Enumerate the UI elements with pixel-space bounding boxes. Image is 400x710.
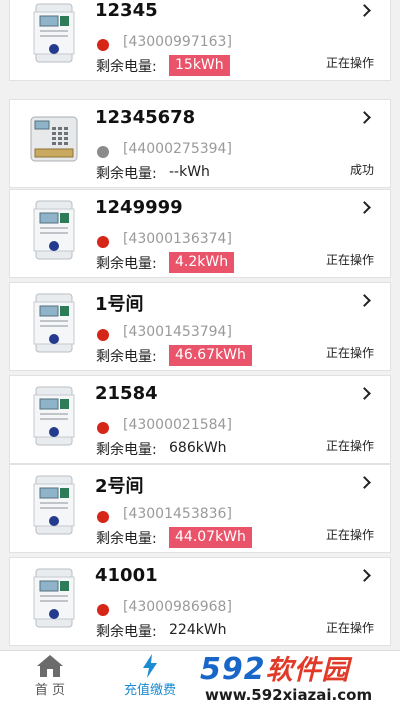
- balance-value: 44.07kWh: [169, 527, 252, 548]
- meter-name: 1号间: [95, 294, 144, 315]
- balance-label: 剩余电量:: [96, 59, 157, 75]
- status-dot: [97, 511, 109, 523]
- meter-name: 1249999: [95, 197, 183, 218]
- home-icon: [37, 655, 63, 677]
- watermark-logo: 592软件园: [200, 652, 350, 687]
- meter-device-image: [30, 292, 78, 354]
- operation-status: 正在操作: [325, 253, 374, 267]
- operation-status: 正在操作: [325, 346, 374, 360]
- meter-device-image: [30, 474, 78, 536]
- meter-card[interactable]: 21584 [43000021584] 剩余电量: 686kWh 正在操作: [9, 375, 391, 464]
- balance-value: 4.2kWh: [169, 252, 235, 273]
- chevron-right-icon: [358, 4, 371, 17]
- meter-name: 12345: [95, 0, 158, 21]
- meter-card[interactable]: 1号间 [43001453794] 剩余电量: 46.67kWh 正在操作: [9, 282, 391, 371]
- operation-status: 正在操作: [325, 528, 374, 542]
- balance-label: 剩余电量:: [96, 442, 157, 458]
- meter-card[interactable]: 12345 [43000997163] 剩余电量: 15kWh 正在操作: [9, 0, 391, 81]
- tab-home-label: 首 页: [34, 683, 66, 698]
- meter-device-image: [30, 199, 78, 261]
- meter-name: 2号间: [95, 476, 144, 497]
- meter-name: 41001: [95, 565, 158, 586]
- chevron-right-icon: [358, 201, 371, 214]
- chevron-right-icon: [358, 387, 371, 400]
- tab-recharge-label: 充值缴费: [123, 683, 176, 698]
- chevron-right-icon: [358, 476, 371, 489]
- status-dot: [97, 422, 109, 434]
- meter-device-image: [30, 385, 78, 447]
- status-dot: [97, 236, 109, 248]
- lightning-icon: [143, 654, 157, 678]
- tab-home[interactable]: 首 页: [0, 651, 100, 710]
- meter-device-image: [30, 567, 78, 629]
- meter-number: [43000997163]: [123, 34, 232, 50]
- balance-value: 686kWh: [169, 440, 227, 456]
- balance-label: 剩余电量:: [96, 256, 157, 272]
- chevron-right-icon: [358, 294, 371, 307]
- operation-status: 正在操作: [325, 439, 374, 453]
- meter-number: [43000986968]: [123, 599, 232, 615]
- balance-value: 224kWh: [169, 622, 227, 638]
- meter-list: 12345 [43000997163] 剩余电量: 15kWh 正在操作 12345678…: [0, 0, 400, 650]
- operation-status: 正在操作: [325, 621, 374, 635]
- meter-name: 12345678: [95, 107, 196, 128]
- meter-card[interactable]: 41001 [43000986968] 剩余电量: 224kWh 正在操作: [9, 557, 391, 646]
- chevron-right-icon: [358, 569, 371, 582]
- meter-device-image: [30, 2, 78, 64]
- meter-card[interactable]: 1249999 [43000136374] 剩余电量: 4.2kWh 正在操作: [9, 189, 391, 278]
- meter-number: [43001453794]: [123, 324, 232, 340]
- meter-device-image: [30, 109, 78, 171]
- balance-label: 剩余电量:: [96, 531, 157, 547]
- status-dot: [97, 39, 109, 51]
- balance-label: 剩余电量:: [96, 349, 157, 365]
- chevron-right-icon: [358, 111, 371, 124]
- meter-number: [43000136374]: [123, 231, 232, 247]
- balance-value: 15kWh: [169, 55, 230, 76]
- balance-value: 46.67kWh: [169, 345, 252, 366]
- watermark-url: www.592xiazai.com: [205, 686, 373, 704]
- meter-name: 21584: [95, 383, 158, 404]
- status-dot: [97, 604, 109, 616]
- meter-number: [43001453836]: [123, 506, 232, 522]
- status-dot: [97, 329, 109, 341]
- meter-card[interactable]: 2号间 [43001453836] 剩余电量: 44.07kWh 正在操作: [9, 464, 391, 553]
- balance-value: --kWh: [169, 164, 210, 180]
- operation-status: 成功: [349, 163, 374, 177]
- meter-number: [44000275394]: [123, 141, 232, 157]
- status-dot: [97, 146, 109, 158]
- operation-status: 正在操作: [325, 56, 374, 70]
- tab-recharge[interactable]: 充值缴费: [100, 651, 200, 710]
- meter-card[interactable]: 12345678 [44000275394] 剩余电量: --kWh 成功: [9, 99, 391, 188]
- balance-label: 剩余电量:: [96, 166, 157, 182]
- balance-label: 剩余电量:: [96, 624, 157, 640]
- meter-number: [43000021584]: [123, 417, 232, 433]
